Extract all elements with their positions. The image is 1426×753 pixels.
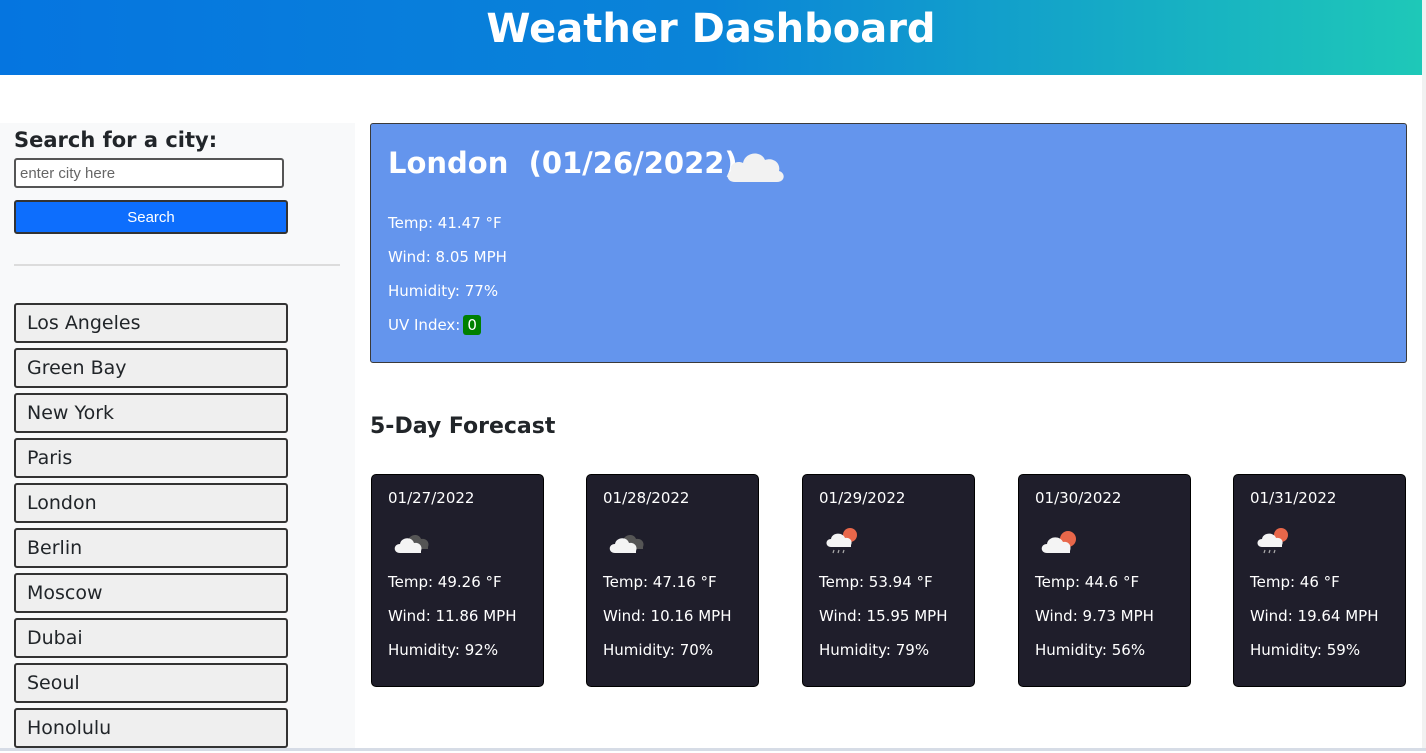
forecast-date: 01/28/2022 (603, 489, 690, 507)
forecast-wind: Wind: 10.16 MPH (603, 607, 732, 625)
cloud-icon (727, 153, 784, 182)
history-item-moscow[interactable]: Moscow (14, 573, 288, 613)
search-history-list: Los Angeles Green Bay New York Paris Lon… (14, 303, 288, 753)
current-weather-card: London (01/26/2022) Temp: 41.47 °F Wind:… (370, 123, 1407, 363)
current-temp: Temp: 41.47 °F (388, 214, 502, 232)
uv-label: UV Index: (388, 316, 461, 334)
scrollbar[interactable] (1422, 0, 1426, 751)
rain-sun-icon (1257, 528, 1288, 554)
history-item-honolulu[interactable]: Honolulu (14, 708, 288, 748)
forecast-temp: Temp: 49.26 °F (388, 573, 502, 591)
forecast-date: 01/27/2022 (388, 489, 475, 507)
forecast-humidity: Humidity: 59% (1250, 641, 1361, 659)
forecast-humidity: Humidity: 70% (603, 641, 714, 659)
broken-clouds-icon (394, 535, 429, 553)
search-button[interactable]: Search (14, 200, 288, 234)
broken-clouds-icon (609, 535, 644, 553)
forecast-humidity: Humidity: 92% (388, 641, 499, 659)
app-header: Weather Dashboard (0, 0, 1422, 75)
forecast-card: 01/30/2022 Temp: 44.6 °F Wind: 9.73 MPH … (1018, 474, 1191, 687)
forecast-card: 01/28/2022 Temp: 47.16 °F Wind: 10.16 MP… (586, 474, 759, 687)
forecast-date: 01/29/2022 (819, 489, 906, 507)
forecast-card: 01/29/2022 Temp: 53.94 °F Wind: 15.95 MP… (802, 474, 975, 687)
uv-index-badge: 0 (463, 315, 481, 335)
sidebar-divider (14, 264, 340, 266)
history-item-green-bay[interactable]: Green Bay (14, 348, 288, 388)
forecast-wind: Wind: 19.64 MPH (1250, 607, 1379, 625)
city-search-input[interactable] (14, 158, 284, 188)
forecast-wind: Wind: 15.95 MPH (819, 607, 948, 625)
history-item-dubai[interactable]: Dubai (14, 618, 288, 658)
history-item-london[interactable]: London (14, 483, 288, 523)
forecast-date: 01/30/2022 (1035, 489, 1122, 507)
forecast-wind: Wind: 9.73 MPH (1035, 607, 1154, 625)
forecast-temp: Temp: 46 °F (1250, 573, 1340, 591)
current-city-title: London (01/26/2022) (388, 146, 738, 180)
forecast-card: 01/31/2022 Temp: 46 °F Wind: 19.64 MPH H… (1233, 474, 1406, 687)
search-label: Search for a city: (14, 128, 218, 152)
forecast-temp: Temp: 47.16 °F (603, 573, 717, 591)
forecast-date: 01/31/2022 (1250, 489, 1337, 507)
rain-sun-icon (826, 528, 857, 554)
partly-cloudy-icon (1041, 531, 1076, 553)
forecast-humidity: Humidity: 79% (819, 641, 930, 659)
current-wind: Wind: 8.05 MPH (388, 248, 507, 266)
history-item-new-york[interactable]: New York (14, 393, 288, 433)
forecast-temp: Temp: 44.6 °F (1035, 573, 1140, 591)
forecast-humidity: Humidity: 56% (1035, 641, 1146, 659)
history-item-los-angeles[interactable]: Los Angeles (14, 303, 288, 343)
page-title: Weather Dashboard (486, 6, 936, 52)
history-item-seoul[interactable]: Seoul (14, 663, 288, 703)
forecast-heading: 5-Day Forecast (370, 414, 556, 439)
history-item-berlin[interactable]: Berlin (14, 528, 288, 568)
history-item-paris[interactable]: Paris (14, 438, 288, 478)
forecast-card: 01/27/2022 Temp: 49.26 °F Wind: 11.86 MP… (371, 474, 544, 687)
current-humidity: Humidity: 77% (388, 282, 499, 300)
forecast-wind: Wind: 11.86 MPH (388, 607, 517, 625)
current-uv-row: UV Index: 0 (388, 315, 481, 335)
forecast-temp: Temp: 53.94 °F (819, 573, 933, 591)
